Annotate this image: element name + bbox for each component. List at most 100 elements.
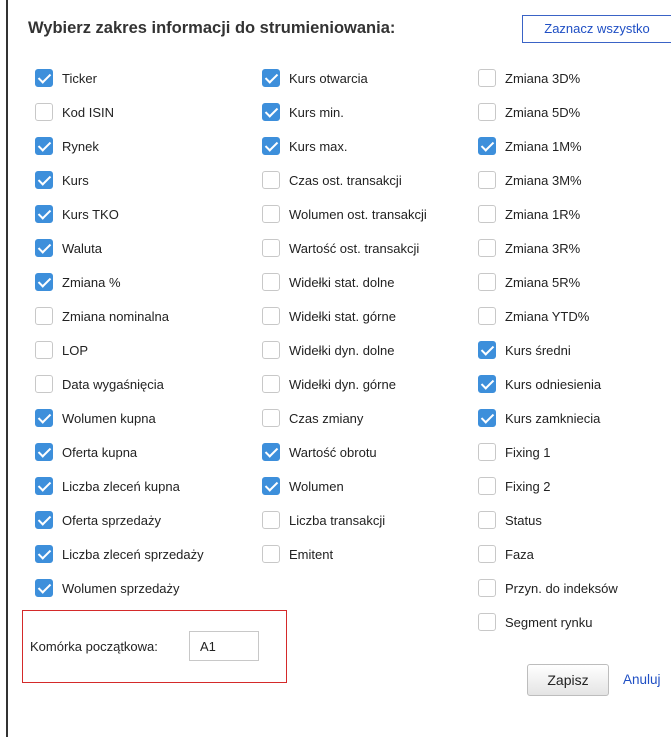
checkbox-unchecked[interactable] [478, 477, 496, 495]
checkbox-checked[interactable] [478, 137, 496, 155]
option-row[interactable]: Liczba transakcji [262, 503, 427, 537]
option-row[interactable]: Zmiana 3D% [478, 61, 618, 95]
option-row[interactable]: LOP [35, 333, 204, 367]
option-row[interactable]: Zmiana 1R% [478, 197, 618, 231]
option-row[interactable]: Kurs zamkniecia [478, 401, 618, 435]
option-row[interactable]: Zmiana % [35, 265, 204, 299]
checkbox-checked[interactable] [262, 477, 280, 495]
option-row[interactable]: Wartość obrotu [262, 435, 427, 469]
option-row[interactable]: Widełki dyn. górne [262, 367, 427, 401]
option-row[interactable]: Widełki dyn. dolne [262, 333, 427, 367]
checkbox-unchecked[interactable] [262, 239, 280, 257]
checkbox-checked[interactable] [35, 579, 53, 597]
option-row[interactable]: Czas zmiany [262, 401, 427, 435]
cancel-link[interactable]: Anuluj [623, 672, 661, 687]
checkbox-unchecked[interactable] [262, 171, 280, 189]
option-row[interactable]: Zmiana 3M% [478, 163, 618, 197]
option-row[interactable]: Wolumen ost. transakcji [262, 197, 427, 231]
option-row[interactable]: Zmiana 1M% [478, 129, 618, 163]
checkbox-unchecked[interactable] [478, 171, 496, 189]
option-row[interactable]: Kurs średni [478, 333, 618, 367]
option-row[interactable]: Czas ost. transakcji [262, 163, 427, 197]
option-row[interactable]: Wartość ost. transakcji [262, 231, 427, 265]
checkbox-unchecked[interactable] [262, 341, 280, 359]
checkbox-unchecked[interactable] [262, 375, 280, 393]
option-row[interactable]: Wolumen sprzedaży [35, 571, 204, 605]
checkbox-checked[interactable] [35, 239, 53, 257]
checkbox-unchecked[interactable] [478, 307, 496, 325]
select-all-button[interactable]: Zaznacz wszystko [522, 15, 671, 43]
option-row[interactable]: Zmiana 5D% [478, 95, 618, 129]
option-row[interactable]: Status [478, 503, 618, 537]
option-row[interactable]: Faza [478, 537, 618, 571]
option-row[interactable]: Wolumen [262, 469, 427, 503]
option-row[interactable]: Kurs min. [262, 95, 427, 129]
option-row[interactable]: Waluta [35, 231, 204, 265]
checkbox-unchecked[interactable] [262, 545, 280, 563]
checkbox-checked[interactable] [35, 443, 53, 461]
checkbox-unchecked[interactable] [262, 409, 280, 427]
checkbox-checked[interactable] [35, 273, 53, 291]
checkbox-checked[interactable] [35, 171, 53, 189]
option-row[interactable]: Kurs max. [262, 129, 427, 163]
checkbox-unchecked[interactable] [478, 103, 496, 121]
checkbox-unchecked[interactable] [262, 511, 280, 529]
checkbox-unchecked[interactable] [478, 239, 496, 257]
checkbox-checked[interactable] [35, 545, 53, 563]
option-row[interactable]: Ticker [35, 61, 204, 95]
checkbox-unchecked[interactable] [262, 273, 280, 291]
checkbox-checked[interactable] [35, 409, 53, 427]
option-row[interactable]: Kurs TKO [35, 197, 204, 231]
checkbox-unchecked[interactable] [478, 579, 496, 597]
checkbox-unchecked[interactable] [478, 511, 496, 529]
option-row[interactable]: Fixing 1 [478, 435, 618, 469]
option-row[interactable]: Przyn. do indeksów [478, 571, 618, 605]
checkbox-checked[interactable] [262, 443, 280, 461]
option-row[interactable]: Oferta kupna [35, 435, 204, 469]
option-row[interactable]: Fixing 2 [478, 469, 618, 503]
checkbox-checked[interactable] [262, 103, 280, 121]
option-row[interactable]: Zmiana YTD% [478, 299, 618, 333]
checkbox-checked[interactable] [478, 341, 496, 359]
checkbox-checked[interactable] [262, 137, 280, 155]
checkbox-checked[interactable] [35, 511, 53, 529]
option-row[interactable]: Kurs otwarcia [262, 61, 427, 95]
checkbox-unchecked[interactable] [478, 69, 496, 87]
checkbox-checked[interactable] [478, 409, 496, 427]
save-button[interactable]: Zapisz [527, 664, 609, 696]
option-row[interactable]: Segment rynku [478, 605, 618, 639]
option-row[interactable]: Wolumen kupna [35, 401, 204, 435]
checkbox-checked[interactable] [478, 375, 496, 393]
checkbox-unchecked[interactable] [478, 205, 496, 223]
checkbox-unchecked[interactable] [35, 307, 53, 325]
checkbox-unchecked[interactable] [478, 273, 496, 291]
checkbox-checked[interactable] [262, 69, 280, 87]
checkbox-unchecked[interactable] [35, 375, 53, 393]
option-row[interactable]: Kurs odniesienia [478, 367, 618, 401]
checkbox-unchecked[interactable] [262, 307, 280, 325]
option-row[interactable]: Widełki stat. dolne [262, 265, 427, 299]
option-row[interactable]: Liczba zleceń sprzedaży [35, 537, 204, 571]
checkbox-unchecked[interactable] [478, 545, 496, 563]
checkbox-unchecked[interactable] [35, 341, 53, 359]
checkbox-unchecked[interactable] [478, 613, 496, 631]
option-row[interactable]: Liczba zleceń kupna [35, 469, 204, 503]
option-row[interactable]: Oferta sprzedaży [35, 503, 204, 537]
option-row[interactable]: Kod ISIN [35, 95, 204, 129]
checkbox-unchecked[interactable] [478, 443, 496, 461]
option-row[interactable]: Data wygaśnięcia [35, 367, 204, 401]
start-cell-input[interactable] [189, 631, 259, 661]
option-row[interactable]: Emitent [262, 537, 427, 571]
checkbox-unchecked[interactable] [35, 103, 53, 121]
option-row[interactable]: Rynek [35, 129, 204, 163]
option-row[interactable]: Zmiana 3R% [478, 231, 618, 265]
checkbox-checked[interactable] [35, 69, 53, 87]
checkbox-checked[interactable] [35, 137, 53, 155]
checkbox-unchecked[interactable] [262, 205, 280, 223]
option-row[interactable]: Zmiana nominalna [35, 299, 204, 333]
option-row[interactable]: Kurs [35, 163, 204, 197]
option-row[interactable]: Zmiana 5R% [478, 265, 618, 299]
checkbox-checked[interactable] [35, 205, 53, 223]
option-row[interactable]: Widełki stat. górne [262, 299, 427, 333]
checkbox-checked[interactable] [35, 477, 53, 495]
